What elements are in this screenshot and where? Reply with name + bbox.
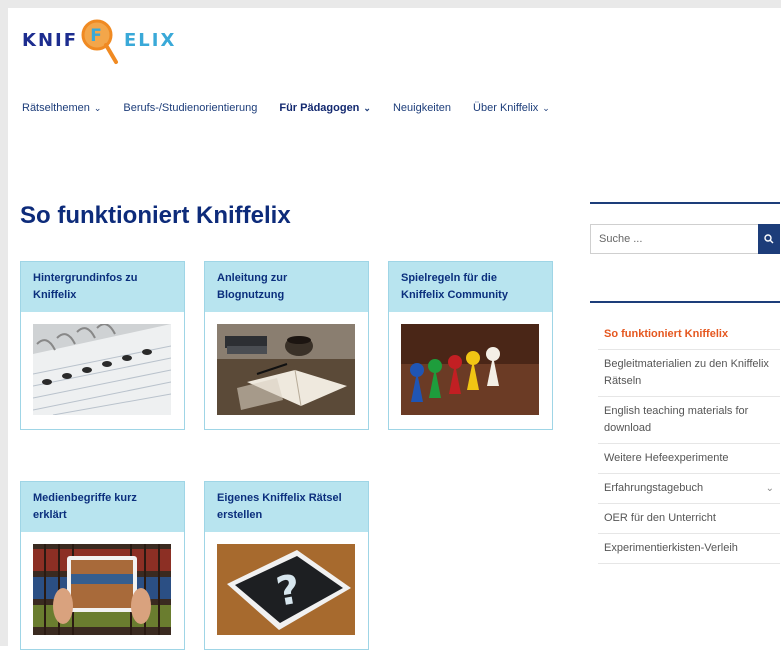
sidebar-menu: So funktioniert Kniffelix Begleitmateria… — [598, 320, 780, 564]
open-book-and-coffee-image[interactable] — [217, 324, 355, 415]
sidebar-item-begleitmaterialien[interactable]: Begleitmaterialien zu den Kniffelix Räts… — [598, 350, 780, 397]
site-logo[interactable]: KNIF F ELIX — [22, 18, 177, 64]
sidebar-item-label: Begleitmaterialien zu den Kniffelix Räts… — [604, 358, 769, 387]
sidebar-item-label: So funktioniert Kniffelix — [604, 328, 729, 340]
search-icon — [764, 234, 774, 244]
chevron-down-icon[interactable]: ⌄ — [766, 480, 774, 497]
sidebar-item-label: Weitere Hefeexperimente — [604, 452, 729, 464]
nav-label: Rätselthemen — [22, 102, 90, 114]
magnifier-logo-icon: F — [80, 18, 120, 64]
sidebar-item-so-funktioniert[interactable]: So funktioniert Kniffelix — [598, 320, 780, 350]
nav-item-berufsorientierung[interactable]: Berufs-/Studienorientierung — [123, 102, 257, 114]
chevron-down-icon: ⌄ — [542, 102, 550, 113]
nav-label: Neuigkeiten — [392, 102, 452, 114]
nav-item-ueber-kniffelix[interactable]: Über Kniffelix ⌄ — [473, 102, 550, 114]
nav-label: Für Pädagogen — [279, 102, 360, 114]
tablet-bookshelf-image[interactable] — [33, 544, 171, 635]
card-anleitung-blognutzung[interactable]: Anleitung zur Blognutzung — [204, 261, 369, 430]
sidebar-item-label: English teaching materials for download — [604, 405, 749, 434]
card-medienbegriffe[interactable]: Medienbegriffe kurz erklärt — [20, 481, 185, 650]
logo-letter: F — [90, 26, 104, 46]
search-button[interactable] — [758, 224, 780, 254]
sidebar-divider — [590, 202, 780, 204]
search-input[interactable]: Suche ... — [590, 224, 758, 254]
window-frame-top — [0, 0, 781, 8]
logo-text-right: ELIX — [124, 29, 177, 51]
chevron-down-icon: ⌄ — [93, 102, 102, 113]
logo-text-left: KNIF — [22, 29, 79, 51]
sidebar-item-experimentierkisten[interactable]: Experimentierkisten-Verleih — [598, 534, 780, 564]
main-navigation: Rätselthemen ⌄ Berufs-/Studienorientieru… — [22, 102, 550, 114]
sidebar-item-erfahrungstagebuch[interactable]: Erfahrungstagebuch ⌄ — [598, 474, 780, 504]
card-title[interactable]: Hintergrundinfos zu Kniffelix — [21, 262, 184, 312]
card-title[interactable]: Eigenes Kniffelix Rätsel erstellen — [205, 482, 368, 532]
spiral-notebook-image[interactable] — [33, 324, 171, 415]
card-title[interactable]: Medienbegriffe kurz erklärt — [21, 482, 184, 532]
nav-item-neuigkeiten[interactable]: Neuigkeiten — [393, 102, 451, 114]
chalkboard-question-image[interactable]: ? — [217, 544, 355, 635]
sidebar-item-hefeexperimente[interactable]: Weitere Hefeexperimente — [598, 444, 780, 474]
sidebar-item-label: Experimentierkisten-Verleih — [604, 542, 738, 554]
nav-item-raetselthemen[interactable]: Rätselthemen ⌄ — [22, 102, 101, 114]
card-raetsel-erstellen[interactable]: Eigenes Kniffelix Rätsel erstellen ? — [204, 481, 369, 650]
chevron-down-icon: ⌄ — [363, 102, 371, 113]
sidebar-item-label: Erfahrungstagebuch — [604, 482, 704, 494]
nav-label: Berufs-/Studienorientierung — [123, 102, 258, 114]
search-form: Suche ... — [590, 224, 780, 254]
card-title[interactable]: Anleitung zur Blognutzung — [205, 262, 368, 312]
nav-label: Über Kniffelix — [473, 102, 539, 114]
colorful-game-pieces-image[interactable] — [401, 324, 539, 415]
sidebar-divider — [590, 301, 780, 303]
sidebar-item-english-materials[interactable]: English teaching materials for download — [598, 397, 780, 444]
card-title[interactable]: Spielregeln für die Kniffelix Community — [389, 262, 552, 312]
sidebar-item-oer[interactable]: OER für den Unterricht — [598, 504, 780, 534]
window-frame-left — [0, 0, 8, 646]
card-spielregeln[interactable]: Spielregeln für die Kniffelix Community — [388, 261, 553, 430]
nav-item-fuer-paedagogen[interactable]: Für Pädagogen ⌄ — [279, 102, 371, 114]
sidebar-item-label: OER für den Unterricht — [604, 512, 716, 524]
card-hintergrundinfos[interactable]: Hintergrundinfos zu Kniffelix — [20, 261, 185, 430]
page-title: So funktioniert Kniffelix — [20, 202, 291, 229]
